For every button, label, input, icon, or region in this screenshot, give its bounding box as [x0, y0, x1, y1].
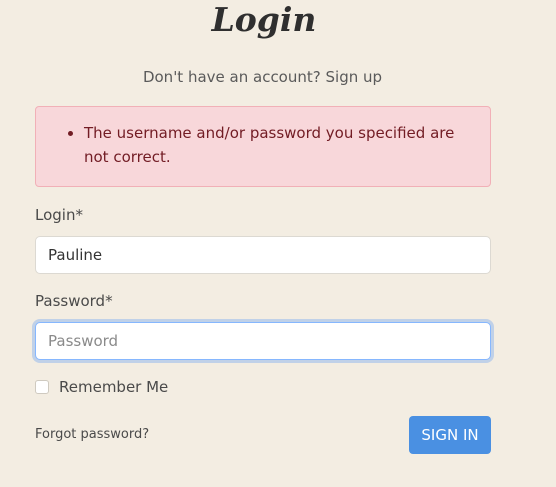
login-label: Login* [35, 206, 83, 224]
password-input[interactable] [35, 322, 491, 360]
login-input[interactable] [35, 236, 491, 274]
password-label: Password* [35, 292, 113, 310]
page-title: Login [211, 0, 317, 39]
signup-link[interactable]: Sign up [326, 68, 383, 86]
error-list: The username and/or password you specifi… [36, 107, 490, 169]
error-alert: The username and/or password you specifi… [35, 106, 491, 187]
sign-in-button[interactable]: SIGN IN [409, 416, 491, 454]
error-message: The username and/or password you specifi… [84, 121, 470, 169]
signup-prompt: Don't have an account? [142, 68, 321, 86]
remember-me-checkbox[interactable] [35, 380, 49, 394]
signup-prompt-row: Don't have an account? Sign up [0, 68, 525, 86]
forgot-password-link[interactable]: Forgot password? [35, 427, 149, 442]
remember-me-label[interactable]: Remember Me [59, 378, 168, 396]
